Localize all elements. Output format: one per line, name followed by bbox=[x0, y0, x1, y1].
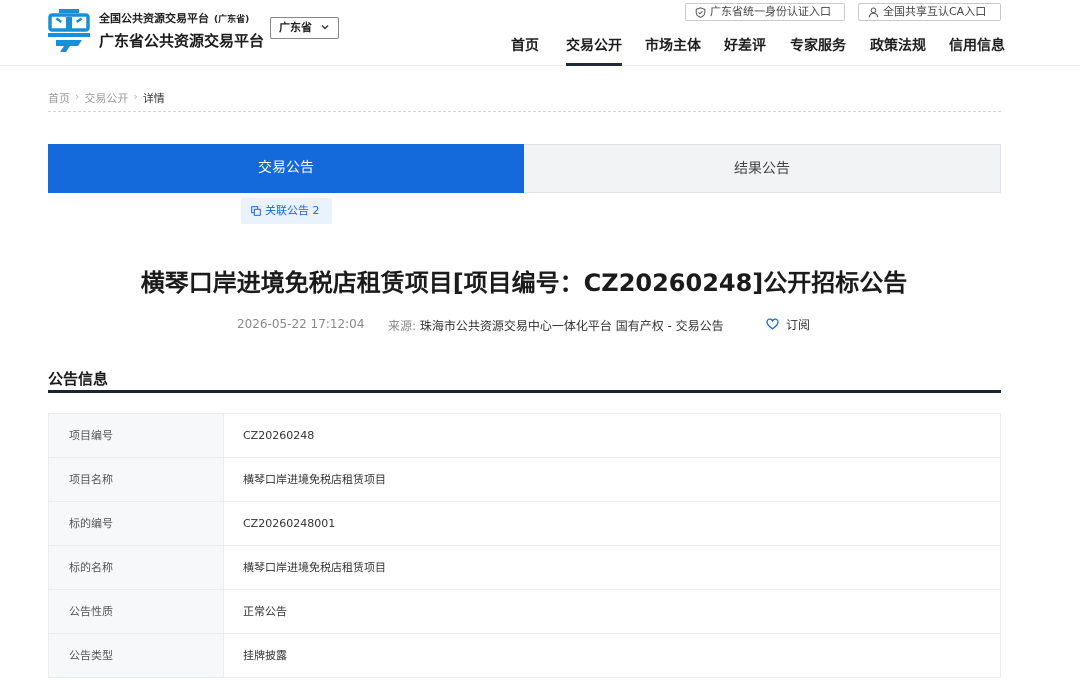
row-label: 公告类型 bbox=[49, 634, 224, 677]
row-value: 横琴口岸进境免税店租赁项目 bbox=[243, 473, 386, 486]
table-row: 项目编号 CZ20260248 bbox=[49, 414, 1000, 458]
source-label: 来源: bbox=[388, 319, 417, 333]
notice-title: 横琴口岸进境免税店租赁项目[项目编号：CZ20260248]公开招标公告 bbox=[140, 269, 908, 297]
region-select[interactable]: 广东省 bbox=[270, 17, 339, 39]
breadcrumb-trade-disclosure[interactable]: 交易公开 bbox=[84, 90, 128, 106]
platform-name[interactable]: 广东省公共资源交易平台 bbox=[99, 30, 264, 51]
notice-source: 来源: 珠海市公共资源交易中心一体化平台 国有产权 - 交易公告 bbox=[388, 317, 724, 334]
section-title: 公告信息 bbox=[48, 370, 109, 388]
row-value: 挂牌披露 bbox=[243, 649, 287, 662]
nav-expert-services[interactable]: 专家服务 bbox=[790, 35, 846, 55]
row-label: 项目名称 bbox=[49, 458, 224, 501]
tab-result-notice[interactable]: 结果公告 bbox=[524, 144, 1001, 193]
notice-tabs: 交易公告 结果公告 bbox=[48, 144, 1001, 193]
row-value: 横琴口岸进境免税店租赁项目 bbox=[243, 561, 386, 574]
row-label: 项目编号 bbox=[49, 414, 224, 457]
nav-credit-info[interactable]: 信用信息 bbox=[949, 35, 1005, 55]
yue-logo-icon[interactable] bbox=[48, 8, 90, 52]
shield-icon bbox=[695, 7, 706, 18]
row-value: 正常公告 bbox=[243, 605, 287, 618]
table-row: 公告类型 挂牌披露 bbox=[49, 634, 1000, 678]
subscribe-label: 订阅 bbox=[786, 318, 811, 332]
copy-icon bbox=[251, 206, 261, 216]
chevron-down-icon bbox=[321, 25, 329, 30]
breadcrumb-separator: › bbox=[75, 90, 80, 103]
tab-trade-notice[interactable]: 交易公告 bbox=[48, 144, 524, 193]
breadcrumb-home[interactable]: 首页 bbox=[48, 90, 70, 106]
row-label: 标的名称 bbox=[49, 546, 224, 589]
notice-info-table: 项目编号 CZ20260248 项目名称 横琴口岸进境免税店租赁项目 标的编号 … bbox=[48, 413, 1001, 678]
nav-home[interactable]: 首页 bbox=[511, 35, 539, 55]
national-ca-entry-label: 全国共享互认CA入口 bbox=[883, 5, 987, 18]
breadcrumb: 首页 › 交易公开 › 详情 bbox=[48, 90, 1001, 112]
nav-evaluation[interactable]: 好差评 bbox=[724, 35, 766, 55]
national-platform-name: 全国公共资源交易平台 (广东省) bbox=[99, 10, 249, 26]
section-divider bbox=[48, 390, 1001, 393]
row-label: 公告性质 bbox=[49, 590, 224, 633]
nav-policies-regulations[interactable]: 政策法规 bbox=[870, 35, 926, 55]
national-platform-label: 全国公共资源交易平台 bbox=[99, 12, 209, 25]
region-tag: (广东省) bbox=[214, 15, 250, 25]
nav-trade-disclosure[interactable]: 交易公开 bbox=[566, 35, 622, 66]
breadcrumb-current: 详情 bbox=[142, 92, 165, 105]
row-label: 标的编号 bbox=[49, 502, 224, 545]
national-ca-entry-link[interactable]: 全国共享互认CA入口 bbox=[858, 3, 1001, 21]
related-notice-label: 关联公告 2 bbox=[265, 204, 320, 217]
row-value: CZ20260248 bbox=[243, 429, 315, 442]
row-value: CZ20260248001 bbox=[243, 517, 336, 530]
table-row: 项目名称 横琴口岸进境免税店租赁项目 bbox=[49, 458, 1000, 502]
site-header: 全国公共资源交易平台 (广东省) 广东省公共资源交易平台 广东省 广东省统一身份认… bbox=[0, 0, 1080, 66]
table-row: 标的编号 CZ20260248001 bbox=[49, 502, 1000, 546]
heart-icon bbox=[766, 318, 779, 330]
source-value: 珠海市公共资源交易中心一体化平台 国有产权 - 交易公告 bbox=[419, 319, 724, 333]
publish-date: 2026-05-22 17:12:04 bbox=[237, 317, 365, 331]
province-identity-auth-label: 广东省统一身份认证入口 bbox=[710, 5, 831, 18]
table-row: 标的名称 横琴口岸进境免税店租赁项目 bbox=[49, 546, 1000, 590]
table-row: 公告性质 正常公告 bbox=[49, 590, 1000, 634]
related-notice-button[interactable]: 关联公告 2 bbox=[241, 198, 332, 224]
region-select-value: 广东省 bbox=[279, 21, 312, 34]
user-icon bbox=[868, 7, 879, 18]
breadcrumb-separator: › bbox=[133, 90, 138, 103]
subscribe-button[interactable]: 订阅 bbox=[766, 316, 810, 333]
province-identity-auth-link[interactable]: 广东省统一身份认证入口 bbox=[685, 3, 845, 21]
nav-market-entities[interactable]: 市场主体 bbox=[645, 35, 701, 55]
